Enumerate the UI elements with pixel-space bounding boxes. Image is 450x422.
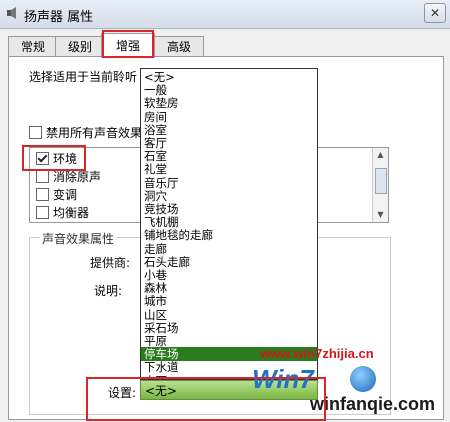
- highlight-settings: [86, 377, 326, 421]
- checkbox-icon[interactable]: [29, 126, 42, 139]
- dropdown-option[interactable]: 采石场: [141, 321, 317, 335]
- checkbox-icon[interactable]: [36, 206, 49, 219]
- effect-pitch-shift[interactable]: 变调: [36, 186, 77, 204]
- close-icon: ✕: [429, 6, 441, 20]
- title-bar: 扬声器 属性 ✕: [0, 0, 450, 29]
- dropdown-option[interactable]: 城市: [141, 294, 317, 308]
- dropdown-option[interactable]: 铺地毯的走廊: [141, 228, 317, 242]
- dropdown-option[interactable]: 一般: [141, 83, 317, 97]
- watermark-url-top: www.win7zhijia.cn: [260, 346, 374, 361]
- effect-label: 变调: [53, 188, 78, 202]
- speaker-icon: [7, 7, 16, 19]
- windows-orb-icon: [350, 366, 376, 392]
- watermark-url-bottom: winfanqie.com: [310, 394, 436, 414]
- settings-dropdown-list[interactable]: <无> 一般 软垫房 房间 浴室 客厅 石室 礼堂 音乐厅 洞穴 竞技场 飞机棚 铺地毯的走廊 走廊 石头走…: [140, 68, 318, 380]
- dropdown-option[interactable]: 礼堂: [141, 162, 317, 176]
- effect-label: 均衡器: [53, 206, 90, 220]
- highlight-tab: [102, 30, 154, 58]
- dropdown-option[interactable]: 石室: [141, 149, 317, 163]
- dropdown-option[interactable]: <无>: [141, 70, 317, 84]
- disable-all-effects-checkbox[interactable]: 禁用所有声音效果: [29, 124, 142, 141]
- dropdown-option[interactable]: 石头走廊: [141, 255, 317, 269]
- window-title: 扬声器 属性: [24, 10, 94, 25]
- scroll-down-icon[interactable]: ▼: [375, 209, 386, 221]
- effects-list-scrollbar[interactable]: ▲ ▼: [372, 148, 388, 222]
- dropdown-option[interactable]: 浴室: [141, 123, 317, 137]
- tab-advanced[interactable]: 高级: [154, 36, 204, 57]
- dropdown-option[interactable]: 房间: [141, 110, 317, 124]
- dropdown-option[interactable]: 客厅: [141, 136, 317, 150]
- dropdown-option[interactable]: 洞穴: [141, 189, 317, 203]
- provider-label: 提供商:: [90, 256, 131, 270]
- description-label: 说明:: [94, 284, 123, 298]
- scroll-up-icon[interactable]: ▲: [375, 149, 386, 161]
- dropdown-option[interactable]: 山区: [141, 308, 317, 322]
- effect-properties-title: 声音效果属性: [40, 230, 117, 247]
- checkbox-icon[interactable]: [36, 170, 49, 183]
- dropdown-option[interactable]: 竞技场: [141, 202, 317, 216]
- checkbox-icon[interactable]: [36, 188, 49, 201]
- dropdown-option[interactable]: 走廊: [141, 242, 317, 256]
- dropdown-option[interactable]: 小巷: [141, 268, 317, 282]
- highlight-environment: [22, 145, 86, 171]
- dropdown-option[interactable]: 森林: [141, 281, 317, 295]
- disable-all-effects-label: 禁用所有声音效果: [46, 126, 143, 140]
- scroll-thumb[interactable]: [375, 168, 387, 194]
- dropdown-option[interactable]: 飞机棚: [141, 215, 317, 229]
- close-button[interactable]: ✕: [424, 3, 446, 23]
- tab-general[interactable]: 常规: [8, 36, 58, 57]
- effect-equalizer[interactable]: 均衡器: [36, 204, 89, 222]
- tab-levels[interactable]: 级别: [55, 36, 105, 57]
- effect-label: 消除原声: [53, 170, 102, 184]
- dropdown-option[interactable]: 音乐厅: [141, 176, 317, 190]
- dropdown-option[interactable]: 软垫房: [141, 96, 317, 110]
